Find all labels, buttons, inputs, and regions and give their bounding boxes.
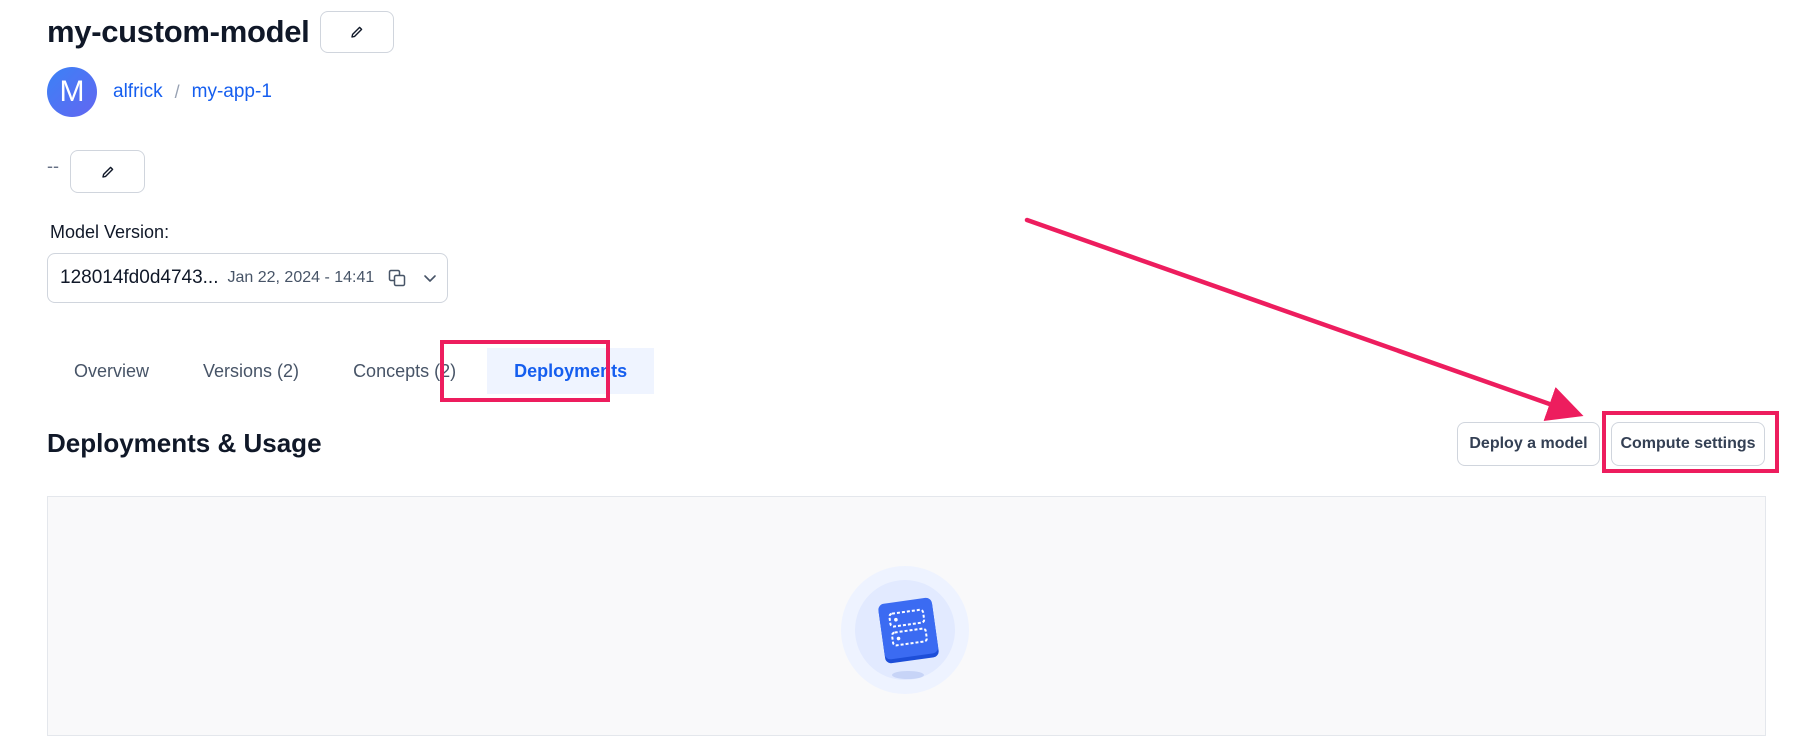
deploy-model-button[interactable]: Deploy a model: [1457, 422, 1600, 466]
pencil-icon: [101, 166, 113, 178]
avatar[interactable]: M: [47, 67, 97, 117]
tab-overview[interactable]: Overview: [47, 348, 176, 394]
edit-title-button[interactable]: [320, 11, 395, 53]
server-chip-icon: [841, 566, 969, 694]
version-date: Jan 22, 2024 - 14:41: [227, 269, 375, 286]
deployments-tab-highlight: [440, 340, 610, 402]
breadcrumb-app-link[interactable]: my-app-1: [192, 81, 272, 103]
section-title: Deployments & Usage: [47, 428, 322, 458]
compute-settings-highlight: [1602, 411, 1779, 473]
chevron-down-icon[interactable]: [421, 269, 439, 287]
edit-description-button[interactable]: [70, 150, 145, 193]
description-text: --: [47, 156, 59, 176]
page-title: my-custom-model: [47, 14, 310, 49]
breadcrumb-owner-link[interactable]: alfrick: [113, 81, 163, 103]
title-row: my-custom-model: [47, 11, 395, 53]
breadcrumb-separator: /: [174, 81, 180, 102]
tab-versions[interactable]: Versions (2): [176, 348, 326, 394]
pencil-icon: [351, 26, 363, 38]
description-row: --: [47, 150, 145, 193]
model-version-select[interactable]: 128014fd0d4743... Jan 22, 2024 - 14:41: [47, 253, 448, 303]
version-id: 128014fd0d4743...: [60, 267, 219, 288]
model-version-label: Model Version:: [50, 222, 170, 242]
copy-icon[interactable]: [387, 268, 407, 288]
breadcrumb: M alfrick / my-app-1: [47, 67, 272, 117]
